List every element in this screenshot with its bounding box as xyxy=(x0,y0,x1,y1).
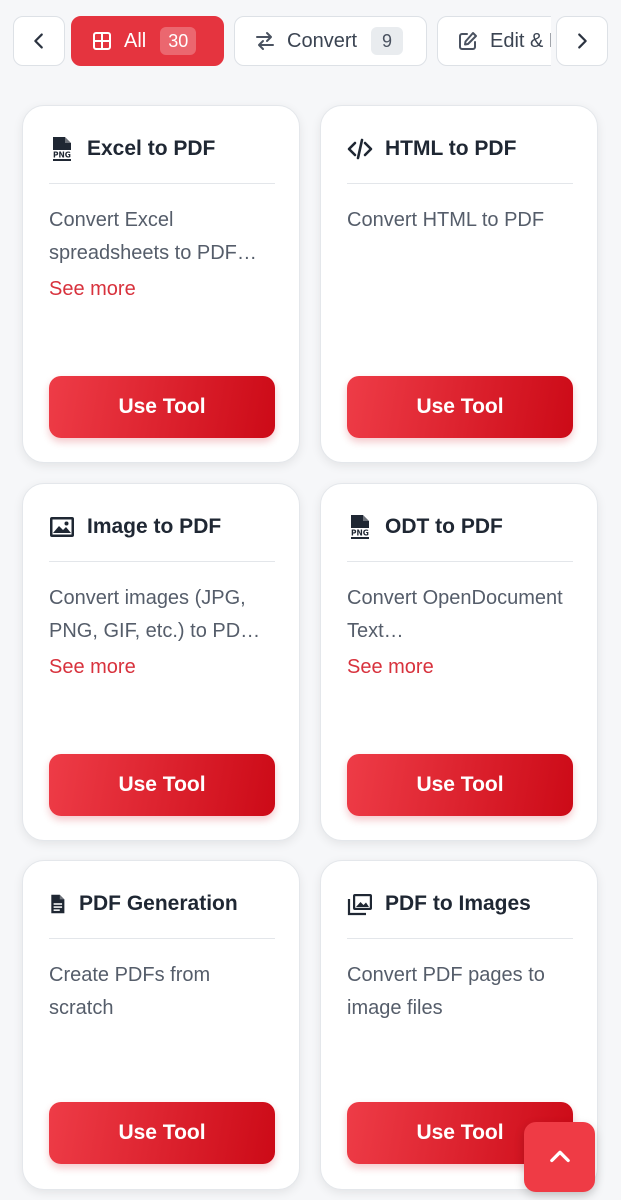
images-icon xyxy=(347,894,372,916)
card-header: PDF to Images xyxy=(347,891,573,939)
tab-convert[interactable]: Convert 9 xyxy=(234,16,427,66)
svg-text:PNG: PNG xyxy=(351,529,369,538)
chevron-left-icon xyxy=(34,33,43,49)
card-title: PDF to Images xyxy=(385,892,531,915)
tool-card-pdf-generation: PDF Generation Create PDFs from scratch … xyxy=(22,860,300,1190)
tab-count-badge: 30 xyxy=(160,27,197,55)
card-description: Convert images (JPG, PNG, GIF, etc.) to … xyxy=(49,587,261,642)
tabs-prev-button[interactable] xyxy=(13,16,65,66)
card-header: PDF Generation xyxy=(49,891,275,939)
card-description: Convert HTML to PDF xyxy=(347,209,545,231)
category-tab-bar: All 30 Convert 9 Edit & M xyxy=(0,14,621,68)
use-tool-button[interactable]: Use Tool xyxy=(347,754,573,816)
card-title: PDF Generation xyxy=(79,892,238,915)
tab-label: Edit & M xyxy=(490,29,551,52)
card-title: Image to PDF xyxy=(87,515,222,538)
tab-edit[interactable]: Edit & M xyxy=(437,16,551,66)
swap-arrows-icon xyxy=(256,32,274,50)
tool-card-html-to-pdf: HTML to PDF Convert HTML to PDF Use Tool xyxy=(320,105,598,463)
tools-page: All 30 Convert 9 Edit & M PNG Excel to P… xyxy=(0,0,621,1200)
tabs-next-button[interactable] xyxy=(556,16,608,66)
chevron-up-icon xyxy=(549,1150,570,1163)
file-png-icon: PNG xyxy=(51,137,73,161)
tabs-scroller[interactable]: All 30 Convert 9 Edit & M xyxy=(71,14,551,68)
card-title: Excel to PDF xyxy=(87,137,216,160)
scroll-to-top-button[interactable] xyxy=(524,1122,595,1192)
card-title: HTML to PDF xyxy=(385,137,517,160)
card-header: Image to PDF xyxy=(49,514,275,562)
tool-card-excel-to-pdf: PNG Excel to PDF Convert Excel spreadshe… xyxy=(22,105,300,463)
card-title: ODT to PDF xyxy=(385,515,503,538)
card-description: Convert OpenDocument Text… xyxy=(347,587,563,642)
file-text-icon xyxy=(51,894,65,914)
tool-card-odt-to-pdf: PNG ODT to PDF Convert OpenDocument Text… xyxy=(320,483,598,841)
see-more-link[interactable]: See more xyxy=(49,278,136,301)
tab-count-badge: 9 xyxy=(371,27,404,55)
see-more-link[interactable]: See more xyxy=(49,656,136,679)
tab-all[interactable]: All 30 xyxy=(71,16,224,66)
card-description: Convert PDF pages to image files xyxy=(347,964,545,1019)
grid-icon xyxy=(93,32,111,50)
use-tool-button[interactable]: Use Tool xyxy=(347,376,573,438)
use-tool-button[interactable]: Use Tool xyxy=(49,376,275,438)
use-tool-button[interactable]: Use Tool xyxy=(49,754,275,816)
use-tool-button[interactable]: Use Tool xyxy=(49,1102,275,1164)
card-header: PNG Excel to PDF xyxy=(49,136,275,184)
card-header: HTML to PDF xyxy=(347,136,573,184)
edit-icon xyxy=(459,32,477,50)
image-icon xyxy=(50,517,74,537)
card-header: PNG ODT to PDF xyxy=(347,514,573,562)
tab-label: All xyxy=(124,29,147,52)
card-description: Create PDFs from scratch xyxy=(49,964,211,1019)
card-description: Convert Excel spreadsheets to PDF… xyxy=(49,209,257,264)
file-png-icon: PNG xyxy=(349,515,371,539)
tab-label: Convert xyxy=(287,29,358,52)
see-more-link[interactable]: See more xyxy=(347,656,434,679)
code-icon xyxy=(347,138,373,160)
tool-card-image-to-pdf: Image to PDF Convert images (JPG, PNG, G… xyxy=(22,483,300,841)
chevron-right-icon xyxy=(578,33,587,49)
svg-text:PNG: PNG xyxy=(53,151,71,160)
